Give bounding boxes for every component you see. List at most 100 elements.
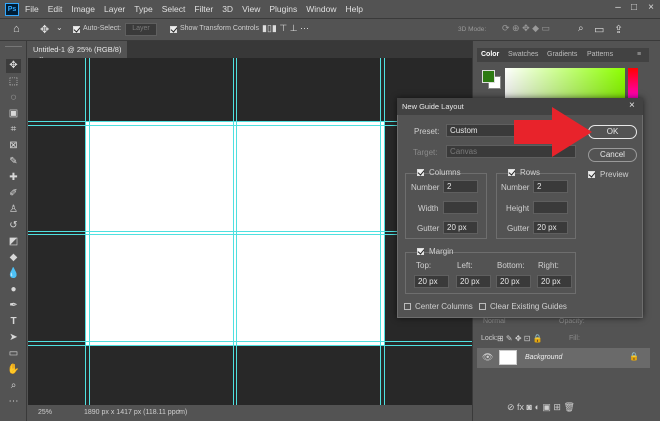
document-tab-title: Untitled-1 @ 25% (RGB/8) [33,45,122,54]
cancel-button[interactable]: Cancel [588,148,637,162]
menu-window[interactable]: Window [306,4,336,14]
auto-select-dropdown[interactable]: Layer [125,23,157,36]
marquee-tool-icon[interactable]: ⬚ [6,75,21,89]
margin-left-input[interactable]: 20 px [456,275,491,288]
panel-menu-icon[interactable]: ≡ [637,51,641,58]
menu-bar: Ps File Edit Image Layer Type Select Fil… [0,0,660,18]
layer-actions-icons[interactable]: ⊘ fx ◙ ◐ ▣ ⊞ 🗑 [507,402,575,413]
preview-checkbox[interactable] [588,170,595,179]
clear-guides-checkbox[interactable] [479,302,486,311]
brush-tool-icon[interactable]: ✐ [6,187,21,201]
rows-label: Rows [520,168,541,177]
menu-layer[interactable]: Layer [104,4,125,14]
pen-tool-icon[interactable]: ✒ [6,299,21,313]
columns-width-input[interactable] [443,201,478,214]
document-tab[interactable]: Untitled-1 @ 25% (RGB/8) × [27,41,127,63]
menu-image[interactable]: Image [71,4,95,14]
menu-view[interactable]: View [242,4,260,14]
rows-gutter-label: Gutter [507,224,530,233]
align-icons[interactable]: ▮▯▮ ⊤ ⊥ ⋯ [262,23,309,34]
rectangle-tool-icon[interactable]: ▭ [6,347,21,361]
auto-select-checkbox[interactable] [73,25,80,34]
margin-top-label: Top: [416,261,432,270]
ok-button[interactable]: OK [588,125,637,139]
dialog-close-icon[interactable]: × [629,100,635,111]
zoom-level[interactable]: 25% [38,409,52,416]
hand-tool-icon[interactable]: ✋ [6,363,21,377]
document-canvas[interactable] [85,121,384,345]
menu-filter[interactable]: Filter [194,4,213,14]
foreground-color-swatch[interactable] [482,70,495,83]
margin-label: Margin [429,247,454,256]
show-transform-checkbox[interactable] [170,25,177,34]
options-bar: ⌂ ✥ ⌄ Auto-Select: Layer Show Transform … [0,18,660,41]
workspace-icon[interactable]: ▭ [594,23,604,36]
margin-top-input[interactable]: 20 px [414,275,449,288]
guide-horizontal[interactable] [28,341,472,342]
maximize-icon[interactable]: □ [628,2,640,14]
history-brush-icon[interactable]: ↺ [6,219,21,233]
guide-horizontal[interactable] [28,345,472,346]
rows-checkbox[interactable] [508,168,515,177]
columns-number-input[interactable]: 2 [443,180,478,193]
menu-file[interactable]: File [25,4,39,14]
layer-row[interactable]: 👁 Background 🔒 [477,348,650,368]
object-select-icon[interactable]: ▣ [6,107,21,121]
margin-left-label: Left: [457,261,473,270]
path-select-icon[interactable]: ➤ [6,331,21,345]
rows-height-input[interactable] [533,201,568,214]
rows-number-input[interactable]: 2 [533,180,568,193]
menu-help[interactable]: Help [345,4,362,14]
margin-right-input[interactable]: 20 px [537,275,572,288]
columns-gutter-input[interactable]: 20 px [443,221,478,234]
move-tool-icon[interactable]: ✥ [6,59,21,73]
rows-height-label: Height [506,204,530,213]
menu-type[interactable]: Type [134,4,152,14]
columns-checkbox[interactable] [417,168,424,177]
layer-name[interactable]: Background [525,354,562,361]
tab-color[interactable]: Color [481,51,499,58]
eraser-tool-icon[interactable]: ◩ [6,235,21,249]
tools-panel: ✥ ⬚ ◌ ▣ ⌗ ⊠ ✎ ✚ ✐ ♙ ↺ ◩ ◆ 💧 ● ✒ T ➤ ▭ ✋ … [0,41,27,421]
healing-brush-icon[interactable]: ✚ [6,171,21,185]
menu-select[interactable]: Select [162,4,186,14]
tab-gradients[interactable]: Gradients [547,51,577,58]
margin-checkbox[interactable] [417,247,424,256]
home-icon[interactable]: ⌂ [13,23,20,35]
type-tool-icon[interactable]: T [6,315,21,329]
preview-label: Preview [600,170,629,179]
stamp-tool-icon[interactable]: ♙ [6,203,21,217]
columns-width-label: Width [418,204,439,213]
menu-edit[interactable]: Edit [48,4,63,14]
columns-label: Columns [429,168,461,177]
minimize-icon[interactable]: – [612,2,624,14]
frame-tool-icon[interactable]: ⊠ [6,139,21,153]
eyedropper-icon[interactable]: ✎ [6,155,21,169]
rows-gutter-input[interactable]: 20 px [533,221,568,234]
tab-swatches[interactable]: Swatches [508,51,538,58]
blur-tool-icon[interactable]: 💧 [6,267,21,281]
paint-bucket-icon[interactable]: ◆ [6,251,21,265]
more-tools-icon[interactable]: ⋯ [6,395,21,409]
menu-plugins[interactable]: Plugins [269,4,297,14]
crop-tool-icon[interactable]: ⌗ [6,123,21,137]
search-icon[interactable]: ⌕ [578,23,584,34]
share-icon[interactable]: ⇪ [614,23,623,36]
tab-patterns[interactable]: Patterns [587,51,613,58]
visibility-eye-icon[interactable]: 👁 [482,352,493,363]
close-window-icon[interactable]: × [645,2,657,14]
menu-3d[interactable]: 3D [222,4,233,14]
lock-icons[interactable]: ⊞ ✎ ✥ ⊡ 🔒 [497,334,543,343]
status-arrow-icon[interactable]: › [178,408,180,415]
blend-mode[interactable]: Normal [483,318,506,325]
chevron-down-icon[interactable]: ⌄ [56,23,63,32]
lock-label: Lock: [481,335,498,342]
margin-bottom-label: Bottom: [497,261,525,270]
move-tool-icon[interactable]: ✥ [40,23,49,36]
margin-bottom-input[interactable]: 20 px [496,275,531,288]
lasso-tool-icon[interactable]: ◌ [6,91,21,105]
center-columns-checkbox[interactable] [404,302,411,311]
zoom-tool-icon[interactable]: ⌕ [6,379,21,393]
dodge-tool-icon[interactable]: ● [6,283,21,297]
3d-tools-icons[interactable]: ⟳ ⊕ ✥ ◆ ▭ [502,23,550,34]
